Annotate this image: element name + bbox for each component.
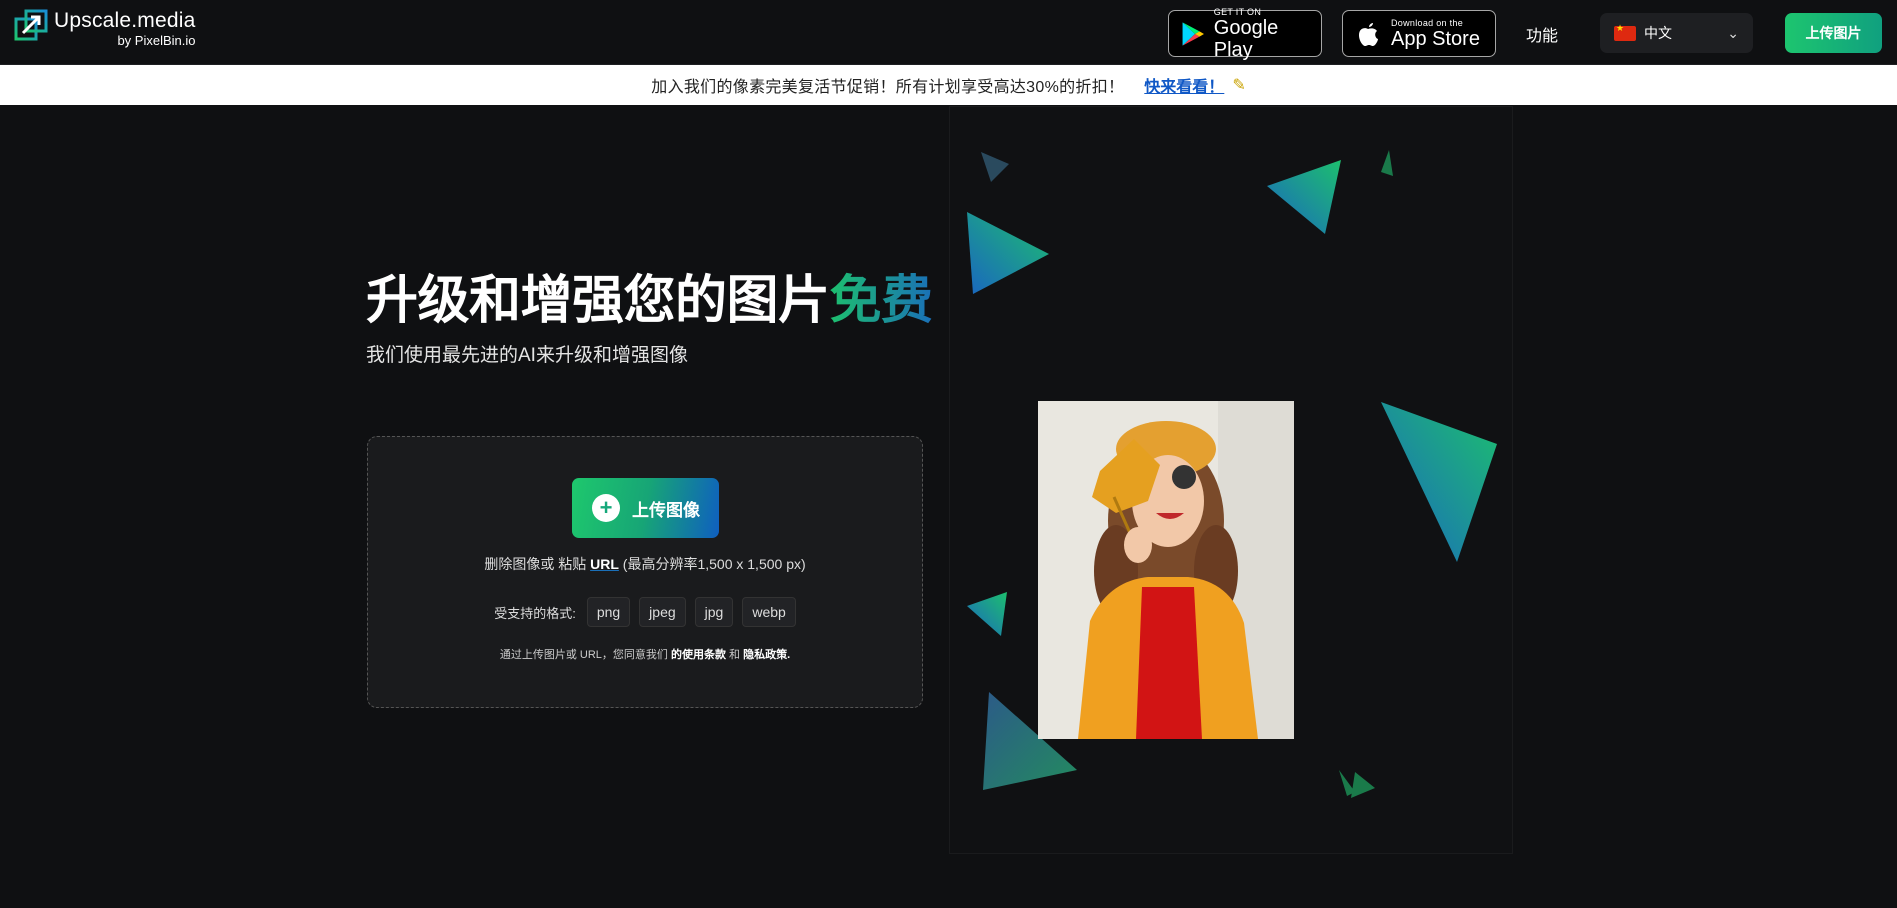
- paste-url-link[interactable]: URL: [590, 556, 619, 572]
- google-play-small: GET IT ON: [1213, 6, 1262, 17]
- nav-features-link[interactable]: 功能: [1526, 22, 1558, 46]
- upload-dropzone[interactable]: + 上传图像 删除图像或 粘贴 URL (最高分辨率1,500 x 1,500 …: [367, 436, 923, 708]
- sample-photo: [1038, 401, 1294, 739]
- google-play-icon: [1182, 21, 1204, 46]
- hero-subtitle: 我们使用最先进的AI来升级和增强图像: [366, 345, 688, 366]
- header-upload-button[interactable]: 上传图片: [1785, 13, 1882, 53]
- terms-and: 和: [729, 649, 741, 661]
- drop-hint: 删除图像或 粘贴 URL (最高分辨率1,500 x 1,500 px): [368, 554, 922, 574]
- woman-with-leaf-image: [1038, 401, 1294, 739]
- logo[interactable]: Upscale.media by PixelBin.io: [14, 9, 196, 49]
- format-chip: jpg: [694, 597, 734, 627]
- app-store-button[interactable]: Download on the App Store: [1342, 10, 1496, 57]
- terms-prefix: 通过上传图片或 URL，您同意我们: [499, 649, 668, 661]
- app-store-small: Download on the: [1391, 17, 1464, 28]
- hero-title-accent: 免费: [829, 272, 934, 330]
- formats-label: 受支持的格式:: [494, 605, 576, 621]
- promo-text: 加入我们的像素完美复活节促销！所有计划享受高达30%的折扣！: [651, 79, 1125, 96]
- apple-icon: [1359, 22, 1378, 46]
- terms-of-use-link[interactable]: 的使用条款: [671, 649, 726, 661]
- format-chip: png: [586, 597, 631, 627]
- drop-hint-suffix: (最高分辨率1,500 x 1,500 px): [622, 556, 806, 572]
- supported-formats: 受支持的格式: png jpeg jpg webp: [368, 597, 922, 627]
- terms-notice: 通过上传图片或 URL，您同意我们 的使用条款 和 隐私政策.: [368, 646, 922, 662]
- logo-byline: by PixelBin.io: [117, 33, 196, 48]
- logo-icon: [14, 9, 48, 41]
- upload-image-label: 上传图像: [632, 500, 700, 520]
- google-play-button[interactable]: GET IT ON Google Play: [1168, 6, 1322, 61]
- pencil-icon: ✎: [1232, 77, 1246, 94]
- format-chip: webp: [742, 597, 796, 627]
- chevron-down-icon: ⌄: [1727, 24, 1739, 41]
- top-header: Upscale.media by PixelBin.io GET IT ON G…: [0, 0, 1897, 65]
- format-chip: jpeg: [639, 597, 686, 627]
- logo-name: Upscale.media: [54, 9, 196, 32]
- hero-title: 升级和增强您的图片免费: [366, 258, 933, 333]
- app-store-big: App Store: [1391, 27, 1480, 50]
- hero-title-main: 升级和增强您的图片: [366, 272, 830, 330]
- drop-hint-prefix: 删除图像或 粘贴: [484, 556, 587, 572]
- language-label: 中文: [1644, 25, 1672, 41]
- google-play-big: Google Play: [1213, 16, 1279, 61]
- language-selector[interactable]: 中文 ⌄: [1600, 13, 1753, 53]
- privacy-policy-link[interactable]: 隐私政策.: [743, 649, 790, 661]
- plus-icon: +: [592, 494, 620, 522]
- promo-banner: 加入我们的像素完美复活节促销！所有计划享受高达30%的折扣！ 快来看看！ ✎: [0, 65, 1897, 105]
- promo-link[interactable]: 快来看看！: [1144, 73, 1224, 97]
- china-flag-icon: [1614, 23, 1636, 41]
- upload-image-button[interactable]: + 上传图像: [572, 478, 719, 538]
